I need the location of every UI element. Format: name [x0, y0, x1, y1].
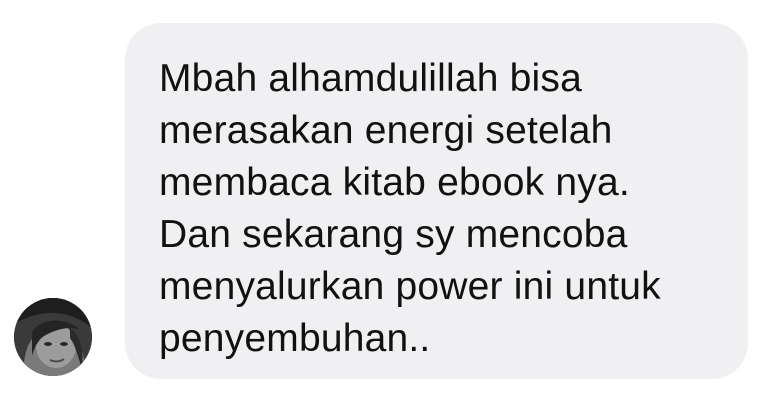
message-text: Mbah alhamdulillah bisa merasakan energi…	[159, 57, 661, 360]
avatar[interactable]	[14, 298, 92, 376]
message-bubble[interactable]: Mbah alhamdulillah bisa merasakan energi…	[125, 23, 748, 379]
chat-thread: Mbah alhamdulillah bisa merasakan energi…	[0, 0, 766, 411]
avatar-photo-icon	[14, 298, 92, 376]
